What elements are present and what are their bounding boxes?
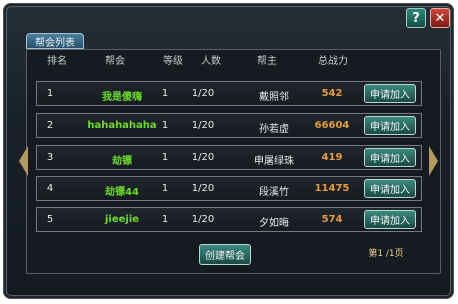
power-cell: 574 bbox=[321, 214, 343, 225]
level-cell: 1 bbox=[161, 214, 169, 225]
tab-guild-list[interactable]: 帮会列表 bbox=[26, 33, 84, 49]
help-icon: ? bbox=[412, 10, 420, 26]
guild-name-cell: 劫镖44 bbox=[105, 187, 139, 198]
power-cell: 66604 bbox=[314, 120, 350, 131]
header-leader: 帮主 bbox=[257, 56, 277, 67]
members-cell: 1/20 bbox=[191, 214, 215, 225]
table-row: 3 劫镖 1 1/20 申屠绿珠 419 申请加入 bbox=[36, 145, 422, 170]
leader-cell: 夕如晦 bbox=[259, 218, 289, 229]
page-indicator: 第1 /1页 bbox=[368, 249, 404, 259]
table-row: 1 我是傻嗨 1 1/20 戴照邻 542 申请加入 bbox=[36, 81, 422, 106]
guild-name-cell: hahahahaha bbox=[87, 120, 157, 131]
apply-join-button[interactable]: 申请加入 bbox=[364, 179, 416, 198]
header-guild: 帮会 bbox=[105, 56, 125, 67]
rank-cell: 3 bbox=[46, 152, 54, 163]
apply-join-button[interactable]: 申请加入 bbox=[364, 148, 416, 167]
members-cell: 1/20 bbox=[191, 152, 215, 163]
help-button[interactable]: ? bbox=[406, 8, 426, 28]
power-cell: 542 bbox=[321, 88, 343, 99]
leader-cell: 孙若虚 bbox=[259, 124, 289, 135]
arrow-left-icon[interactable] bbox=[19, 146, 28, 176]
members-cell: 1/20 bbox=[191, 183, 215, 194]
table-row: 2 hahahahaha 1 1/20 孙若虚 66604 申请加入 bbox=[36, 113, 422, 138]
close-button[interactable]: ✕ bbox=[430, 8, 450, 28]
level-cell: 1 bbox=[161, 88, 169, 99]
power-cell: 419 bbox=[321, 152, 343, 163]
level-cell: 1 bbox=[161, 183, 169, 194]
members-cell: 1/20 bbox=[191, 120, 215, 131]
apply-join-button[interactable]: 申请加入 bbox=[364, 116, 416, 135]
header-power: 总战力 bbox=[318, 56, 348, 67]
members-cell: 1/20 bbox=[191, 88, 215, 99]
leader-cell: 戴照邻 bbox=[259, 92, 289, 103]
arrow-right-icon[interactable] bbox=[429, 146, 438, 176]
rank-cell: 1 bbox=[46, 88, 54, 99]
guild-name-cell: 我是傻嗨 bbox=[102, 92, 142, 103]
leader-cell: 申屠绿珠 bbox=[254, 156, 294, 167]
leader-cell: 段溪竹 bbox=[259, 187, 289, 198]
create-guild-button[interactable]: 创建帮会 bbox=[199, 244, 251, 265]
apply-join-button[interactable]: 申请加入 bbox=[364, 210, 416, 229]
header-rank: 排名 bbox=[47, 56, 67, 67]
level-cell: 1 bbox=[161, 120, 169, 131]
header-members: 人数 bbox=[201, 56, 221, 67]
table-row: 4 劫镖44 1 1/20 段溪竹 11475 申请加入 bbox=[36, 176, 422, 201]
header-level: 等级 bbox=[163, 56, 183, 67]
level-cell: 1 bbox=[161, 152, 169, 163]
guild-name-cell: 劫镖 bbox=[112, 156, 132, 167]
rank-cell: 2 bbox=[46, 120, 54, 131]
close-icon: ✕ bbox=[434, 10, 446, 26]
apply-join-button[interactable]: 申请加入 bbox=[364, 84, 416, 103]
rank-cell: 4 bbox=[46, 183, 54, 194]
rank-cell: 5 bbox=[46, 214, 54, 225]
power-cell: 11475 bbox=[314, 183, 350, 194]
table-row: 5 jieejie 1 1/20 夕如晦 574 申请加入 bbox=[36, 207, 422, 232]
guild-name-cell: jieejie bbox=[104, 214, 140, 225]
